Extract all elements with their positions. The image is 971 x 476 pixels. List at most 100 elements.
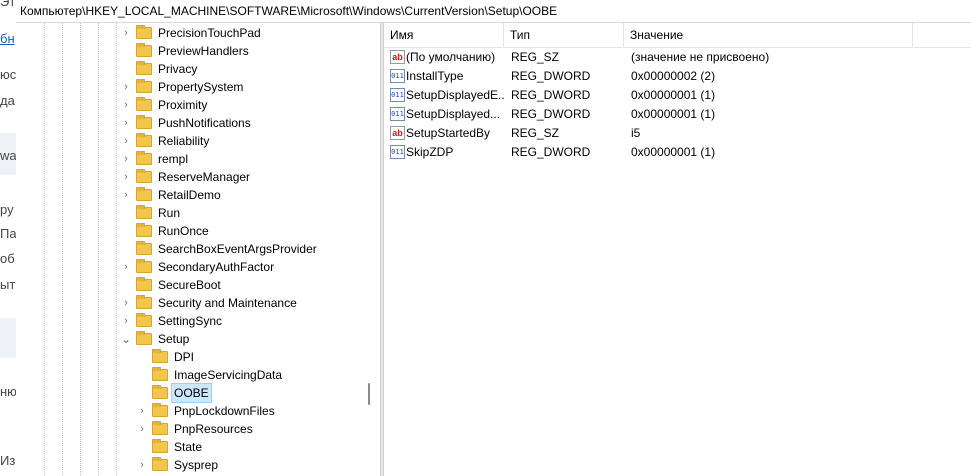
address-bar[interactable]: Компьютер\HKEY_LOCAL_MACHINE\SOFTWARE\Mi… [16,0,971,23]
tree-node[interactable]: ›OOBE [136,383,212,403]
tree-node[interactable]: ›DPI [136,348,196,366]
chevron-right-icon[interactable]: › [120,258,132,276]
value-data: i5 [631,126,641,140]
bg-text: юс [0,67,17,82]
tree-node[interactable]: ›ImageServicingData [136,366,284,384]
chevron-right-icon[interactable]: › [120,312,132,330]
tree-node[interactable]: › PnpLockdownFiles [136,402,277,420]
folder-icon [136,61,152,75]
column-header-data[interactable]: Значение [624,23,913,47]
registry-tree[interactable]: ›PrecisionTouchPad›PreviewHandlers›Priva… [16,23,380,476]
bg-text: об [0,251,15,266]
chevron-right-icon[interactable]: › [120,24,132,42]
chevron-right-icon[interactable]: › [120,168,132,186]
value-name: SetupStartedBy [406,126,491,140]
reg-dword-icon: 011 [390,107,405,121]
background-page: Эт бн юс да wa ру Па об ыт ню Из [0,0,17,476]
address-path[interactable]: Компьютер\HKEY_LOCAL_MACHINE\SOFTWARE\Mi… [20,4,557,18]
bg-link[interactable]: бн [0,31,15,46]
folder-icon [152,403,168,417]
value-data: 0x00000001 (1) [631,145,716,159]
tree-guide-line [44,23,45,476]
tree-node[interactable]: › SecondaryAuthFactor [120,258,276,276]
tree-node[interactable]: › PnpResources [136,420,255,438]
value-name: InstallType [406,69,464,83]
tree-node[interactable]: ›SearchBoxEventArgsProvider [120,240,319,258]
tree-node[interactable]: › Sysprep [136,456,220,474]
tree-node-label: PreviewHandlers [158,44,249,58]
folder-icon [152,421,168,435]
value-row[interactable]: 011 InstallType REG_DWORD 0x00000002 (2) [384,67,971,86]
tree-node-label: RunOnce [158,224,209,238]
tree-node-label: PrecisionTouchPad [158,26,261,40]
bg-text: ню [0,384,17,399]
folder-icon [136,241,152,255]
value-row[interactable]: 011 SkipZDP REG_DWORD 0x00000001 (1) [384,143,971,162]
chevron-right-icon[interactable]: › [120,150,132,168]
value-row[interactable]: 011 SetupDisplayedE... REG_DWORD 0x00000001… [384,86,971,105]
tree-node[interactable]: ›SecureBoot [120,276,223,294]
folder-icon [152,367,168,381]
tree-node-label: SearchBoxEventArgsProvider [158,242,317,256]
value-row[interactable]: ab (По умолчанию) REG_SZ (значение не присв… [384,48,971,67]
reg-sz-icon: ab [390,50,405,64]
tree-node[interactable]: ›RunOnce [120,222,211,240]
folder-icon [152,385,168,399]
tree-node[interactable]: › ReserveManager [120,168,252,186]
tree-node[interactable]: › Security and Maintenance [120,294,299,312]
chevron-right-icon[interactable]: › [120,78,132,96]
value-name: SetupDisplayed... [406,107,501,121]
chevron-right-icon[interactable]: › [120,186,132,204]
chevron-right-icon[interactable]: › [120,114,132,132]
value-name: (По умолчанию) [406,50,496,64]
value-type: REG_DWORD [511,88,591,102]
tree-node[interactable]: ›Privacy [120,60,199,78]
tree-node[interactable]: ›State [136,438,204,456]
tree-node[interactable]: › rempl [120,150,190,168]
tree-node-label: PropertySystem [158,80,244,94]
chevron-right-icon[interactable]: › [120,294,132,312]
folder-icon [136,133,152,147]
chevron-right-icon[interactable]: › [120,132,132,150]
tree-node[interactable]: › RetailDemo [120,186,223,204]
tree-node[interactable]: › Proximity [120,96,209,114]
tree-scrollbar-thumb[interactable] [368,383,370,405]
reg-dword-icon: 011 [390,69,405,83]
tree-node-label: Privacy [158,62,198,76]
chevron-down-icon[interactable]: ⌄ [120,330,132,348]
tree-node[interactable]: ›Run [120,204,182,222]
tree-node[interactable]: › PrecisionTouchPad [120,24,263,42]
value-data: 0x00000001 (1) [631,107,716,121]
chevron-right-icon[interactable]: › [136,456,148,474]
values-pane[interactable]: Имя Тип Значение ab (По умолчанию) REG_SZ(… [384,23,971,476]
value-type: REG_SZ [511,50,560,64]
tree-guide-line [80,23,81,476]
bg-text: wa [0,148,17,163]
values-header: Имя Тип Значение [384,23,971,48]
column-header-name[interactable]: Имя [384,23,504,47]
value-data: 0x00000001 (1) [631,88,716,102]
tree-node[interactable]: › Reliability [120,132,211,150]
folder-icon [136,25,152,39]
column-header-type[interactable]: Тип [504,23,624,47]
tree-node[interactable]: ⌄ Setup [120,330,191,348]
tree-node-label: PnpResources [174,422,253,436]
folder-icon [136,79,152,93]
tree-node[interactable]: ›PreviewHandlers [120,42,251,60]
tree-node-label: ReserveManager [158,170,251,184]
tree-guide-line [98,23,99,476]
chevron-right-icon[interactable]: › [136,420,148,438]
tree-node-label: Setup [158,332,190,346]
tree-node[interactable]: › PushNotifications [120,114,253,132]
folder-icon [136,223,152,237]
folder-icon [136,313,152,327]
tree-node[interactable]: › PropertySystem [120,78,245,96]
tree-guide-line [116,23,117,476]
chevron-right-icon[interactable]: › [120,96,132,114]
value-name: SetupDisplayedE... [406,88,504,102]
tree-node-label: State [174,440,203,454]
value-row[interactable]: 011 SetupDisplayed... REG_DWORD 0x00000001 … [384,105,971,124]
chevron-right-icon[interactable]: › [136,402,148,420]
value-row[interactable]: ab SetupStartedBy REG_SZ i5 [384,124,971,143]
tree-node[interactable]: › SettingSync [120,312,224,330]
